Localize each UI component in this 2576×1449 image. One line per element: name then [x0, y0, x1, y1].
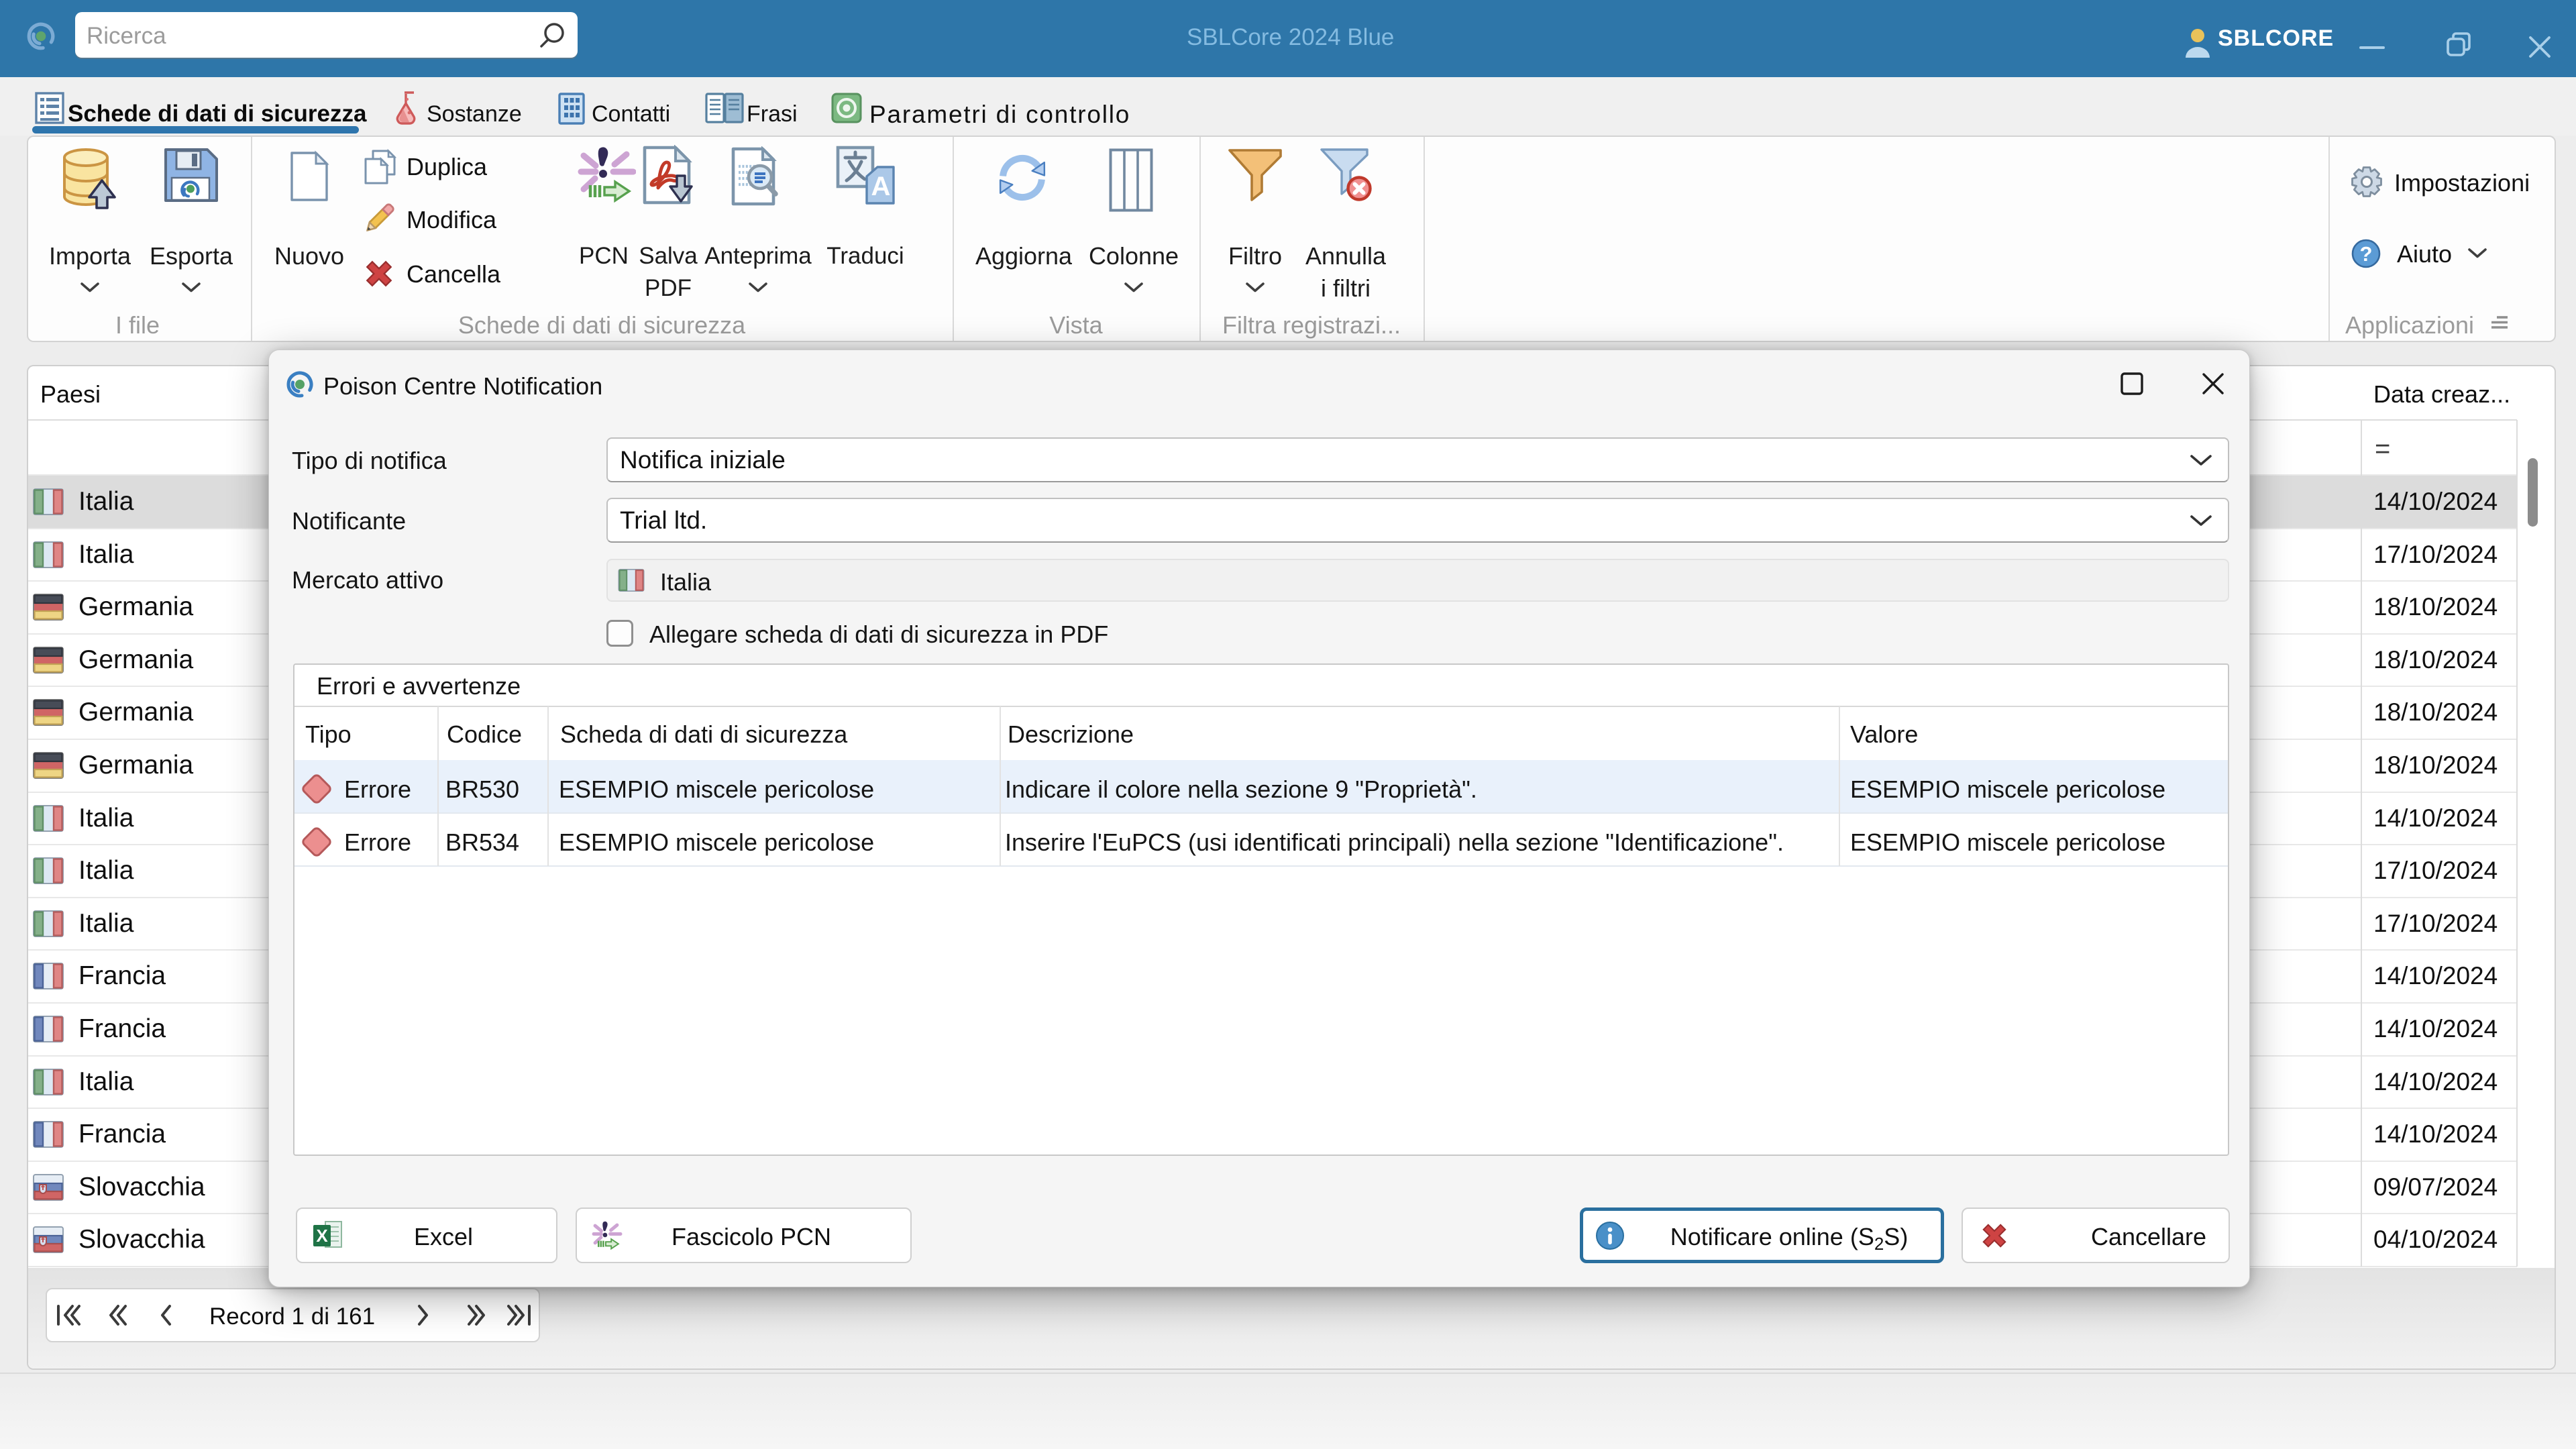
svg-text:X: X — [316, 1226, 328, 1246]
svg-text:A: A — [871, 172, 891, 201]
svg-text:?: ? — [2360, 242, 2373, 266]
